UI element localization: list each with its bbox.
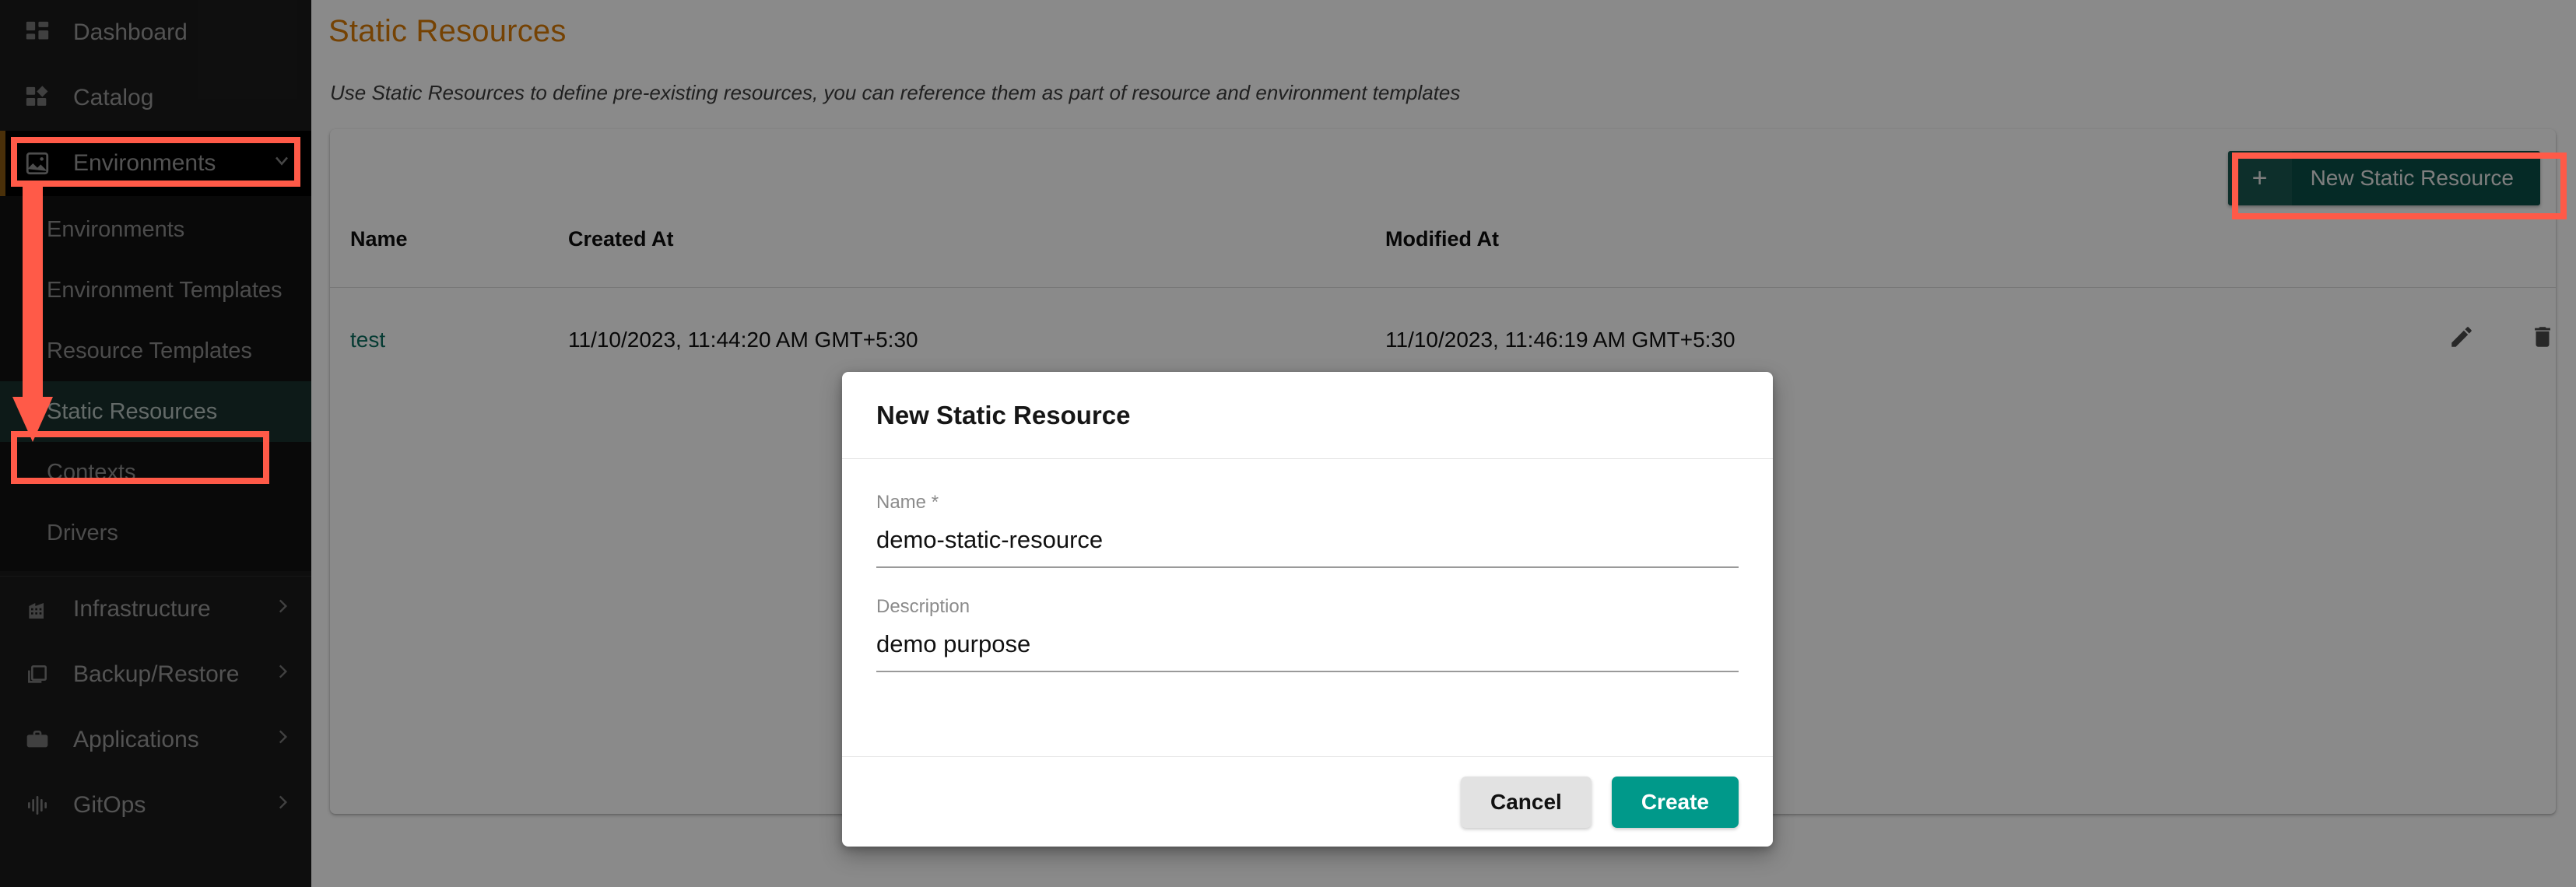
dialog-body: Name * Description [842,459,1773,756]
app-root: Dashboard Catalog Environments Environme… [0,0,2576,887]
cancel-button[interactable]: Cancel [1461,776,1592,828]
new-static-resource-dialog: New Static Resource Name * Description C… [842,372,1773,847]
field-description: Description [876,596,1739,672]
field-description-label: Description [876,596,970,617]
description-input[interactable] [876,627,1739,672]
field-name-label: Name * [876,492,939,513]
field-name: Name * [876,492,1739,568]
dialog-footer: Cancel Create [842,756,1773,847]
dialog-title: New Static Resource [842,372,1773,459]
name-input[interactable] [876,523,1739,568]
create-button[interactable]: Create [1611,776,1739,828]
